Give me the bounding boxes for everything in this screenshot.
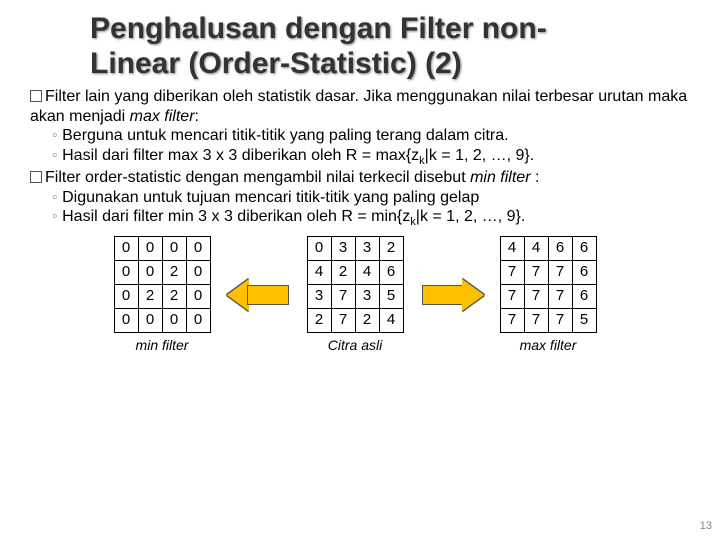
table-cell: 2 xyxy=(379,236,403,260)
bullet-max-filter: Filter lain yang diberikan oleh statisti… xyxy=(30,87,690,126)
table-cell: 0 xyxy=(162,236,186,260)
slide-title: Penghalusan dengan Filter non- Linear (O… xyxy=(90,12,690,81)
table-cell: 0 xyxy=(138,308,162,332)
source-table: 0332424637352724 xyxy=(307,236,404,333)
table-cell: 0 xyxy=(186,308,210,332)
table-cell: 7 xyxy=(548,260,572,284)
table-cell: 0 xyxy=(114,260,138,284)
max-filter-table: 4466777677767775 xyxy=(500,236,597,333)
table-cell: 2 xyxy=(331,260,355,284)
table-cell: 0 xyxy=(138,260,162,284)
table-cell: 6 xyxy=(548,236,572,260)
sub-item-2a: Digunakan untuk tujuan mencari titik-tit… xyxy=(52,188,690,208)
table-cell: 3 xyxy=(355,284,379,308)
bullet-min-filter: Filter order-statistic dengan mengambil … xyxy=(30,168,690,188)
arrow-left-icon xyxy=(229,281,289,309)
table-cell: 3 xyxy=(307,284,331,308)
slide: Penghalusan dengan Filter non- Linear (O… xyxy=(0,0,720,354)
table-cell: 2 xyxy=(162,284,186,308)
tables-row: 0000002002200000 min filter 033242463735… xyxy=(20,236,690,354)
table-cell: 0 xyxy=(186,284,210,308)
table-cell: 4 xyxy=(524,236,548,260)
para2-post: : xyxy=(531,169,540,186)
table-cell: 2 xyxy=(355,308,379,332)
max-filter-caption: max filter xyxy=(500,337,597,354)
table-cell: 4 xyxy=(500,236,524,260)
source-table-wrap: 0332424637352724 Citra asli xyxy=(307,236,404,354)
table-cell: 7 xyxy=(548,308,572,332)
checkbox-icon xyxy=(30,90,42,102)
arrow-right-icon xyxy=(422,281,482,309)
para2-em: min filter xyxy=(470,169,530,186)
sub-item-2b: Hasil dari filter min 3 x 3 diberikan ol… xyxy=(52,207,690,230)
sub-item-2a-text: Digunakan untuk tujuan mencari titik-tit… xyxy=(62,189,479,206)
sub-list-max: Berguna untuk mencari titik-titik yang p… xyxy=(52,126,690,168)
table-cell: 7 xyxy=(331,284,355,308)
sub-list-min: Digunakan untuk tujuan mencari titik-tit… xyxy=(52,188,690,230)
source-caption: Citra asli xyxy=(307,337,404,354)
table-cell: 7 xyxy=(524,308,548,332)
table-cell: 7 xyxy=(548,284,572,308)
table-cell: 7 xyxy=(500,260,524,284)
title-line-1: Penghalusan dengan Filter non- xyxy=(90,12,547,45)
table-cell: 4 xyxy=(379,308,403,332)
min-filter-caption: min filter xyxy=(114,337,211,354)
table-cell: 3 xyxy=(331,236,355,260)
table-cell: 2 xyxy=(307,308,331,332)
para1-post: : xyxy=(195,108,199,125)
table-cell: 6 xyxy=(572,284,596,308)
table-cell: 3 xyxy=(355,236,379,260)
table-cell: 4 xyxy=(307,260,331,284)
table-cell: 0 xyxy=(307,236,331,260)
table-cell: 0 xyxy=(162,308,186,332)
table-cell: 7 xyxy=(500,308,524,332)
table-cell: 5 xyxy=(379,284,403,308)
table-cell: 0 xyxy=(138,236,162,260)
table-cell: 6 xyxy=(572,260,596,284)
checkbox-icon xyxy=(30,171,42,183)
title-line-2: Linear (Order-Statistic) (2) xyxy=(90,47,462,80)
sub-item-1a-text: Berguna untuk mencari titik-titik yang p… xyxy=(62,127,508,144)
table-cell: 0 xyxy=(186,260,210,284)
slide-body: Filter lain yang diberikan oleh statisti… xyxy=(90,87,690,354)
para2-text: Filter order-statistic dengan mengambil … xyxy=(45,169,470,186)
table-cell: 0 xyxy=(186,236,210,260)
para1-em: max filter xyxy=(130,108,195,125)
table-cell: 2 xyxy=(162,260,186,284)
table-cell: 7 xyxy=(524,284,548,308)
table-cell: 4 xyxy=(355,260,379,284)
table-cell: 0 xyxy=(114,236,138,260)
table-cell: 2 xyxy=(138,284,162,308)
min-filter-table: 0000002002200000 xyxy=(114,236,211,333)
page-number: 13 xyxy=(700,520,712,532)
table-cell: 0 xyxy=(114,308,138,332)
table-cell: 5 xyxy=(572,308,596,332)
table-cell: 7 xyxy=(331,308,355,332)
table-cell: 6 xyxy=(572,236,596,260)
sub-item-1b: Hasil dari filter max 3 x 3 diberikan ol… xyxy=(52,146,690,169)
sub2b-post: |k = 1, 2, …, 9}. xyxy=(416,208,526,225)
para1-text: Filter lain yang diberikan oleh statisti… xyxy=(30,88,687,125)
min-filter-table-wrap: 0000002002200000 min filter xyxy=(114,236,211,354)
sub1b-post: |k = 1, 2, …, 9}. xyxy=(425,147,535,164)
sub2b-pre: Hasil dari filter min 3 x 3 diberikan ol… xyxy=(62,208,410,225)
table-cell: 6 xyxy=(379,260,403,284)
sub-item-1a: Berguna untuk mencari titik-titik yang p… xyxy=(52,126,690,146)
max-filter-table-wrap: 4466777677767775 max filter xyxy=(500,236,597,354)
table-cell: 7 xyxy=(500,284,524,308)
sub1b-pre: Hasil dari filter max 3 x 3 diberikan ol… xyxy=(62,147,419,164)
table-cell: 7 xyxy=(524,260,548,284)
table-cell: 0 xyxy=(114,284,138,308)
